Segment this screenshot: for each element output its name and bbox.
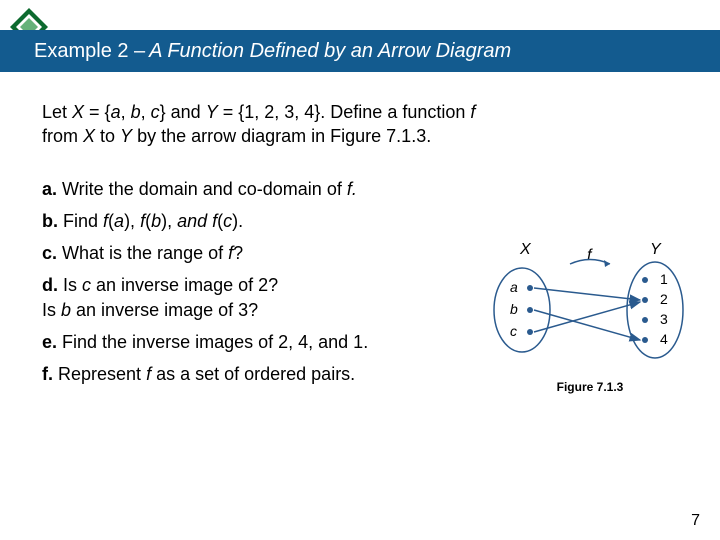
t: and <box>177 211 212 231</box>
page-number: 7 <box>691 512 700 530</box>
intro-text: Let X = {a, b, c} and Y = {1, 2, 3, 4}. … <box>42 100 602 149</box>
arrow-diagram: X Y f a b c 1 2 3 4 Figure 7.1.3 <box>480 240 700 420</box>
label-4: 4 <box>660 331 668 347</box>
item-e: e. Find the inverse images of 2, 4, and … <box>42 330 482 354</box>
title-prefix: Example 2 – <box>34 40 145 63</box>
t: What is the range of <box>57 243 228 263</box>
var-c: c <box>82 275 91 295</box>
var-f: f <box>470 102 475 122</box>
t: ), <box>124 211 140 231</box>
t: , <box>141 102 151 122</box>
var-X: X <box>83 126 95 146</box>
item-c: c. What is the range of f? <box>42 241 482 265</box>
t: Is <box>58 275 82 295</box>
t: Represent <box>53 364 146 384</box>
label-a: a <box>510 279 518 295</box>
t: an inverse image of 3? <box>71 300 258 320</box>
t: ? <box>233 243 243 263</box>
var-Y: Y <box>120 126 132 146</box>
label-b: b <box>510 301 518 317</box>
var-c: c <box>151 102 160 122</box>
t: Let <box>42 102 72 122</box>
var-b: b <box>61 300 71 320</box>
item-a: a. Write the domain and co-domain of f. <box>42 177 482 201</box>
t: ). <box>232 211 243 231</box>
label-c: c <box>510 323 517 339</box>
t: to <box>95 126 120 146</box>
item-b: b. Find f(a), f(b), and f(c). <box>42 209 482 233</box>
label-1: 1 <box>660 271 668 287</box>
title-name: A Function Defined by an Arrow Diagram <box>149 40 511 63</box>
var-b: b <box>151 211 161 231</box>
var-b: b <box>131 102 141 122</box>
t: = {1, 2, 3, 4}. Define a function <box>218 102 471 122</box>
label-X: X <box>519 241 532 258</box>
figure-caption: Figure 7.1.3 <box>480 380 700 394</box>
t: Find <box>58 211 103 231</box>
lead-c: c. <box>42 243 57 263</box>
label-f: f <box>587 247 593 264</box>
lead-b: b. <box>42 211 58 231</box>
content: Let X = {a, b, c} and Y = {1, 2, 3, 4}. … <box>42 100 482 395</box>
lead-d: d. <box>42 275 58 295</box>
t: as a set of ordered pairs. <box>151 364 355 384</box>
t: Write the domain and co-domain of <box>57 179 347 199</box>
lead-a: a. <box>42 179 57 199</box>
var-X: X <box>72 102 84 122</box>
var-Y: Y <box>206 102 218 122</box>
var-a: a <box>111 102 121 122</box>
lead-e: e. <box>42 332 57 352</box>
var-a: a <box>114 211 124 231</box>
t: Find the inverse images of 2, 4, and 1. <box>57 332 368 352</box>
lead-f: f. <box>42 364 53 384</box>
t: an inverse image of 2? <box>91 275 278 295</box>
var-f: f. <box>347 179 357 199</box>
t: from <box>42 126 83 146</box>
label-Y: Y <box>650 241 662 258</box>
t: } and <box>160 102 206 122</box>
t: by the arrow diagram in Figure 7.1.3. <box>132 126 431 146</box>
var-c: c <box>223 211 232 231</box>
label-3: 3 <box>660 311 668 327</box>
title-bar: Example 2 – A Function Defined by an Arr… <box>0 30 720 72</box>
item-d: d. Is c an inverse image of 2? Is b an i… <box>42 273 482 322</box>
t: Is <box>42 300 61 320</box>
item-f: f. Represent f as a set of ordered pairs… <box>42 362 482 386</box>
t: ), <box>161 211 177 231</box>
t: , <box>121 102 131 122</box>
t: = { <box>84 102 111 122</box>
label-2: 2 <box>660 291 668 307</box>
